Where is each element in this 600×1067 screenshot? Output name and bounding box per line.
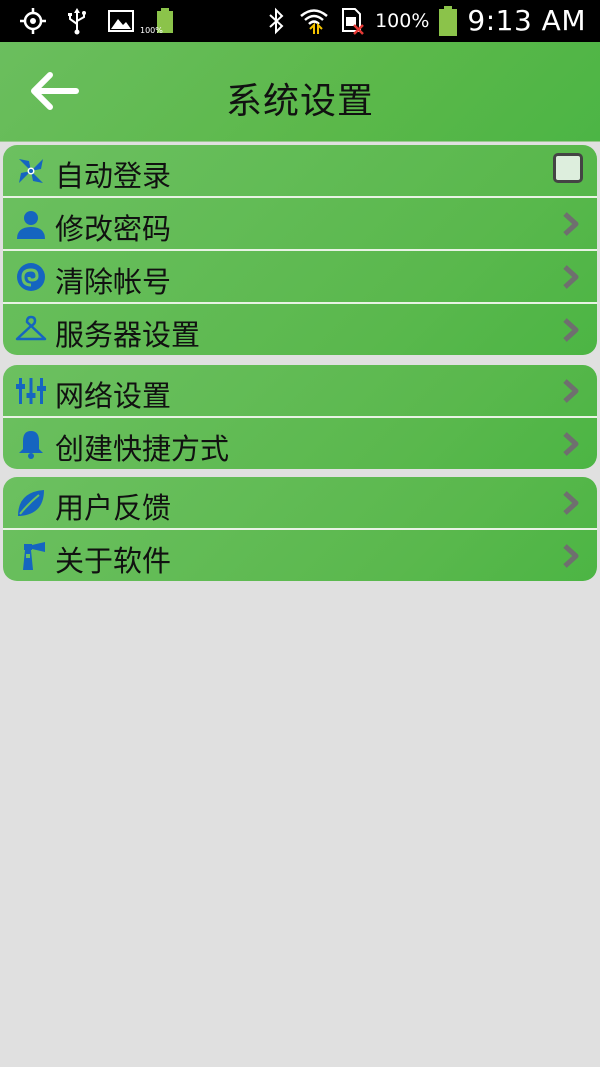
clock: 9:13 AM: [467, 4, 586, 37]
chevron-right-icon: [563, 379, 579, 403]
row-label: 创建快捷方式: [55, 432, 230, 466]
chevron-right-icon: [563, 544, 579, 568]
lighthouse-icon: [23, 542, 45, 570]
battery-small-label: 100%: [140, 26, 163, 35]
settings-group-system: 网络设置 创建快捷方式: [3, 365, 597, 469]
row-label: 修改密码: [55, 212, 172, 246]
row-change-password[interactable]: 修改密码: [3, 196, 597, 249]
settings-group-about: 用户反馈 关于软件: [3, 477, 597, 581]
row-user-feedback[interactable]: 用户反馈: [3, 477, 597, 528]
sim-card-icon: [342, 7, 364, 35]
page-title: 系统设置: [225, 81, 374, 122]
user-icon: [17, 211, 45, 239]
bell-icon: [19, 431, 43, 459]
row-about-software[interactable]: 关于软件: [3, 528, 597, 581]
bluetooth-icon: [269, 7, 284, 34]
row-label: 自动登录: [55, 159, 172, 193]
auto-login-checkbox[interactable]: [553, 153, 583, 183]
leaf-icon: [18, 490, 44, 516]
chevron-right-icon: [563, 318, 579, 342]
row-label: 关于软件: [55, 544, 172, 578]
row-label: 用户反馈: [55, 491, 172, 525]
chevron-right-icon: [563, 212, 579, 236]
row-label: 清除帐号: [55, 265, 172, 299]
battery-percent: 100%: [375, 9, 430, 32]
status-bar: 100% 100% 9:13 AM: [0, 0, 600, 42]
chevron-right-icon: [563, 491, 579, 515]
equalizer-icon: [16, 378, 46, 404]
app-header: 系统设置: [0, 42, 600, 142]
row-clear-account[interactable]: 清除帐号: [3, 249, 597, 302]
row-label: 网络设置: [55, 379, 172, 413]
wifi-icon: [300, 8, 328, 34]
row-server-settings[interactable]: 服务器设置: [3, 302, 597, 355]
battery-icon: [439, 5, 458, 36]
row-label: 服务器设置: [55, 318, 201, 352]
row-auto-login[interactable]: 自动登录: [3, 145, 597, 196]
hanger-icon: [15, 315, 47, 341]
pinwheel-icon: [19, 159, 43, 183]
row-create-shortcut[interactable]: 创建快捷方式: [3, 416, 597, 469]
usb-icon: [68, 8, 86, 35]
chevron-right-icon: [563, 265, 579, 289]
row-network-settings[interactable]: 网络设置: [3, 365, 597, 416]
swirl-icon: [17, 263, 45, 291]
image-icon: [108, 10, 134, 32]
settings-group-account: 自动登录 修改密码 清除帐号 服务器设置: [3, 145, 597, 355]
chevron-right-icon: [563, 432, 579, 456]
gps-icon: [20, 8, 46, 34]
